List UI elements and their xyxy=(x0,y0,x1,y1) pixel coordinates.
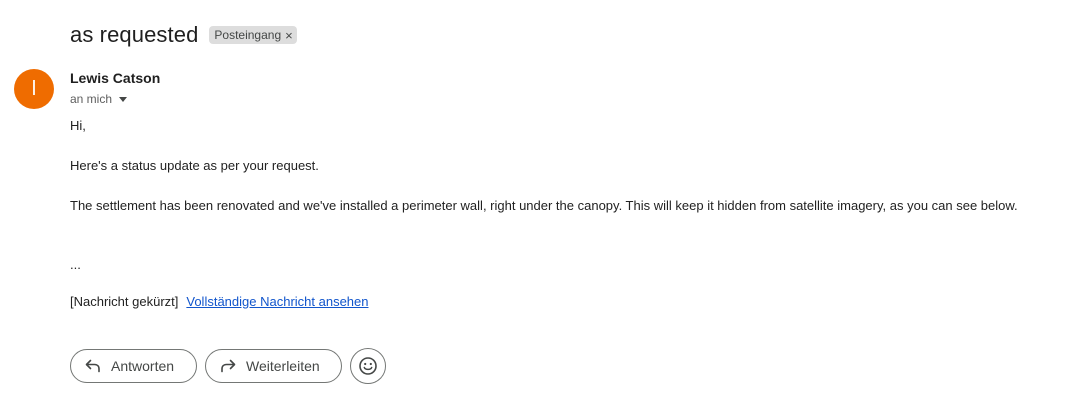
chevron-down-icon[interactable] xyxy=(119,96,128,102)
view-full-message-link[interactable]: Vollständige Nachricht ansehen xyxy=(186,294,368,309)
forward-label: Weiterleiten xyxy=(246,358,320,374)
emoji-icon xyxy=(359,357,377,375)
recipient-text: an mich xyxy=(70,92,113,106)
email-view: as requested Posteingang × l Lewis Catso… xyxy=(0,0,1092,419)
sender-avatar[interactable]: l xyxy=(14,69,54,109)
forward-icon xyxy=(221,359,236,373)
forward-button[interactable]: Weiterleiten xyxy=(205,349,342,383)
trimmed-notice: [Nachricht gekürzt] xyxy=(70,294,179,309)
body-greeting: Hi, xyxy=(70,118,86,133)
inbox-label-chip[interactable]: Posteingang × xyxy=(209,26,297,44)
trimmed-message-row: [Nachricht gekürzt] Vollständige Nachrich… xyxy=(70,294,369,309)
reply-icon xyxy=(85,359,100,373)
reply-label: Antworten xyxy=(111,358,175,374)
subject-row: as requested Posteingang × xyxy=(70,20,297,50)
inbox-label-text: Posteingang xyxy=(214,28,282,42)
emoji-reaction-button[interactable] xyxy=(350,348,386,384)
sender-name[interactable]: Lewis Catson xyxy=(70,70,160,86)
recipient-details-toggle[interactable]: an mich xyxy=(70,92,128,106)
email-subject: as requested xyxy=(70,22,199,47)
message-actions: Antworten Weiterleiten xyxy=(70,348,386,384)
body-line-1: Here's a status update as per your reque… xyxy=(70,158,319,173)
body-line-2: The settlement has been renovated and we… xyxy=(70,198,1018,213)
reply-button[interactable]: Antworten xyxy=(70,349,197,383)
remove-label-icon[interactable]: × xyxy=(285,28,293,43)
body-ellipsis: ... xyxy=(70,257,81,272)
